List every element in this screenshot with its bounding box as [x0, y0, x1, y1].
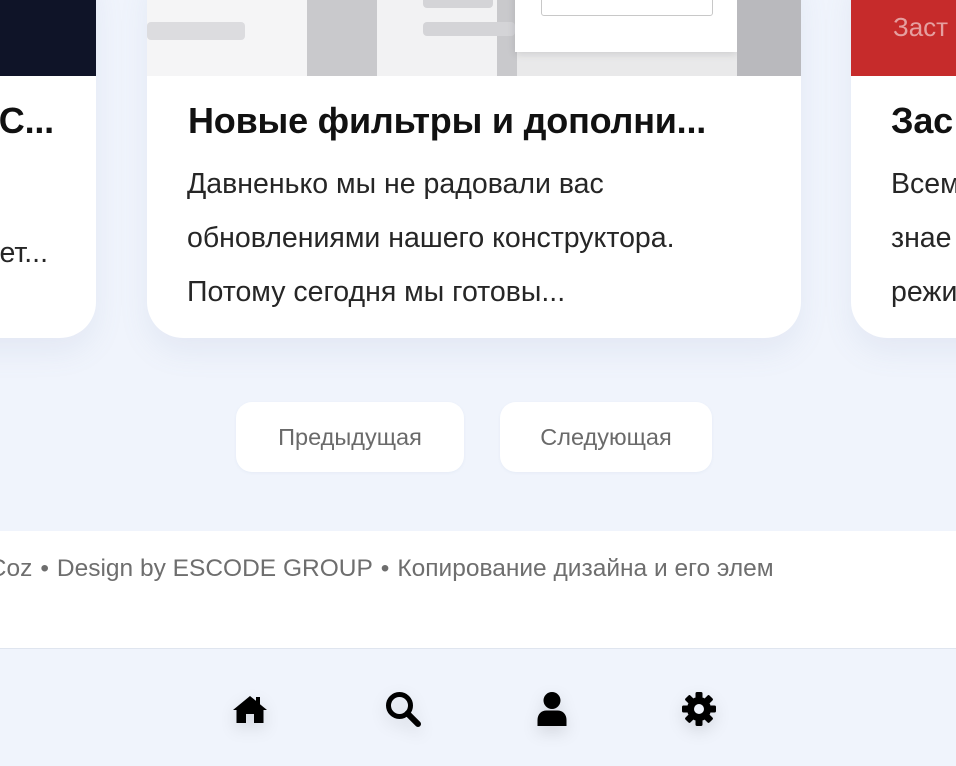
footer-separator: •	[380, 555, 390, 582]
thumbnail-mock-select	[541, 0, 713, 16]
thumbnail-mock-area	[377, 0, 497, 76]
thumbnail-mock-bar	[147, 22, 245, 40]
bottom-nav	[0, 648, 956, 766]
previous-page-button[interactable]: Предыдущая	[236, 402, 464, 472]
article-excerpt: ет...	[0, 226, 48, 280]
excerpt-line: Потому сегодня мы готовы...	[187, 276, 566, 308]
excerpt-line: Всем	[891, 168, 956, 200]
gear-icon[interactable]	[677, 687, 721, 731]
article-title[interactable]: С...	[0, 100, 54, 142]
article-card-left[interactable]: С... ет...	[0, 0, 96, 338]
footer-separator: •	[40, 555, 49, 582]
article-thumbnail[interactable]: Заст	[851, 0, 956, 76]
thumbnail-mock-bar	[423, 22, 515, 36]
article-title[interactable]: Зас	[891, 100, 953, 142]
article-card-center[interactable]: Новые фильтры и дополни... Давненько мы …	[147, 0, 801, 338]
next-page-button[interactable]: Следующая	[500, 402, 712, 472]
user-icon[interactable]	[530, 687, 574, 731]
excerpt-line: Давненько мы не радовали вас	[187, 168, 604, 200]
article-excerpt: Давненько мы не радовали вас обновлениям…	[187, 157, 675, 319]
design-credit-link[interactable]: Design by ESCODE GROUP	[57, 555, 373, 582]
footer: й сайт с uCoz • Design by ESCODE GROUP • Коп…	[0, 531, 956, 648]
ucoz-link[interactable]: й сайт с uCoz	[0, 555, 32, 582]
excerpt-line: знаe	[891, 222, 952, 254]
copyright-notice: Копирование дизайна и его элем	[397, 555, 774, 582]
excerpt-line: ет...	[0, 237, 48, 269]
article-card-right[interactable]: Заст Зас Всем знаe режи	[851, 0, 956, 338]
thumbnail-text: Заст	[893, 12, 949, 42]
home-icon[interactable]	[228, 687, 272, 731]
article-thumbnail[interactable]	[147, 0, 801, 76]
article-title[interactable]: Новые фильтры и дополни...	[188, 100, 706, 142]
article-thumbnail[interactable]	[0, 0, 96, 76]
excerpt-line: режи	[891, 276, 956, 308]
footer-credits: й сайт с uCoz • Design by ESCODE GROUP • Коп…	[0, 555, 774, 583]
thumbnail-mock-area	[737, 0, 801, 76]
excerpt-line: обновлениями нашего конструктора.	[187, 222, 675, 254]
search-icon[interactable]	[381, 687, 425, 731]
page: С... ет... Новые фильтры и дополни... Да…	[0, 0, 956, 766]
thumbnail-mock-bar	[423, 0, 493, 8]
article-excerpt: Всем знаe режи	[891, 157, 956, 319]
